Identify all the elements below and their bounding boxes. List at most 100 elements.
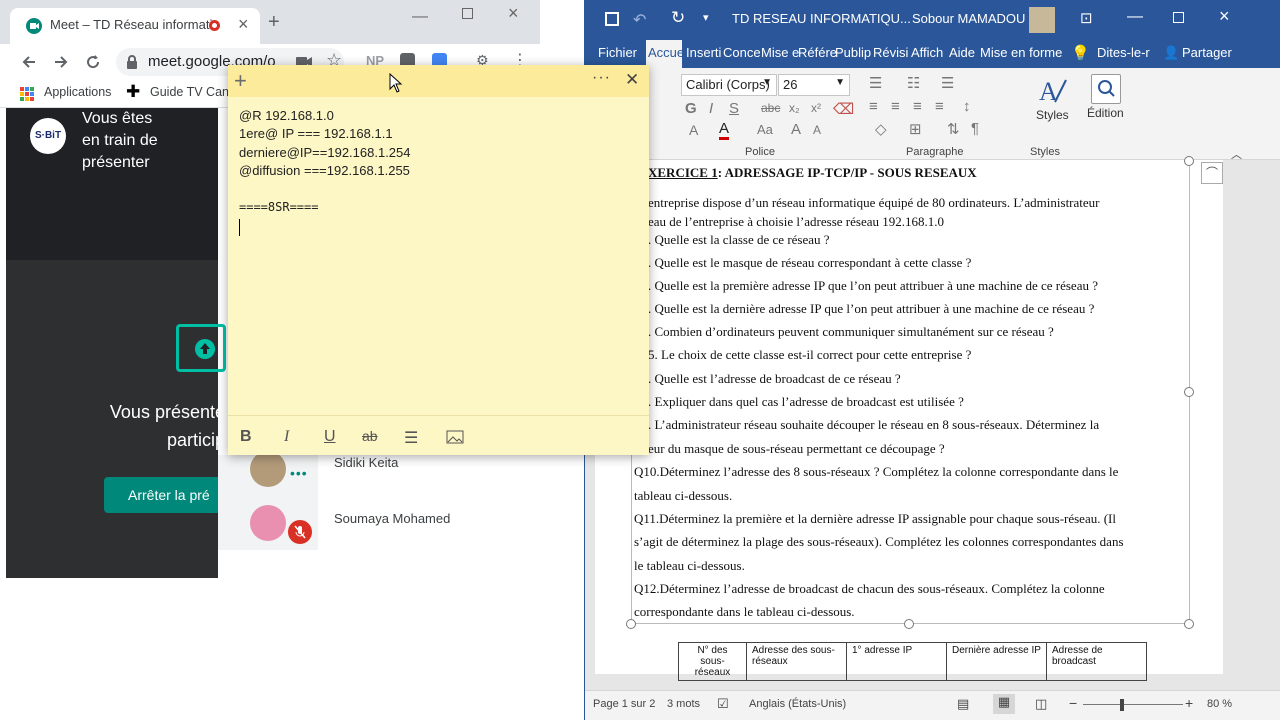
back-icon[interactable]	[20, 53, 38, 71]
redo-icon[interactable]: ↻	[671, 8, 685, 28]
tab-mise-en-page[interactable]: Mise e	[761, 45, 799, 60]
shrink-font-icon[interactable]: A	[813, 123, 821, 137]
proofing-icon[interactable]: ☑	[717, 696, 729, 712]
font-color-icon[interactable]: A	[719, 120, 730, 140]
user-name[interactable]: Sobour MAMADOU	[912, 11, 1025, 26]
close-icon[interactable]: ✕	[625, 70, 639, 90]
new-tab-icon[interactable]: +	[268, 12, 280, 32]
underline-icon[interactable]: S	[729, 100, 739, 117]
zoom-level[interactable]: 80 %	[1207, 698, 1232, 710]
image-icon[interactable]	[446, 430, 464, 444]
align-center-icon[interactable]: ≡	[891, 98, 900, 115]
add-note-icon[interactable]: +	[234, 68, 247, 94]
reload-icon[interactable]	[84, 53, 102, 71]
zoom-out-icon[interactable]: −	[1069, 695, 1077, 711]
resize-handle[interactable]	[1184, 387, 1194, 397]
tab-mise-en-forme[interactable]: Mise en forme	[980, 45, 1062, 60]
italic-icon[interactable]: I	[284, 428, 289, 446]
web-layout-icon[interactable]: ◫	[1035, 696, 1047, 712]
font-size-select[interactable]: 26 ▼	[778, 74, 850, 96]
minimize-icon[interactable]: —	[1127, 8, 1143, 26]
tab-affichage[interactable]: Affich	[911, 45, 943, 60]
text-effects-icon[interactable]: A	[689, 122, 698, 138]
bookmark-applications[interactable]: Applications	[44, 85, 111, 99]
clear-format-icon[interactable]: ⌫	[833, 100, 854, 118]
print-layout-icon[interactable]: ▦	[993, 694, 1015, 714]
word-count[interactable]: 3 mots	[667, 698, 700, 710]
strikethrough-icon[interactable]: abc	[761, 101, 780, 115]
text-box-frame[interactable]	[631, 160, 1190, 624]
browser-tab[interactable]: Meet – TD Réseau informatic ×	[10, 8, 260, 44]
save-icon[interactable]	[605, 12, 619, 26]
borders-icon[interactable]: ⊞	[909, 120, 922, 138]
tab-accueil[interactable]: Accue	[646, 40, 684, 68]
avatar[interactable]	[1029, 7, 1055, 33]
participant-item[interactable]: ••• Sidiki Keita	[218, 451, 538, 507]
language-status[interactable]: Anglais (États-Unis)	[749, 698, 846, 710]
styles-button-label[interactable]: Styles	[1036, 108, 1069, 122]
align-left-icon[interactable]: ≡	[869, 98, 878, 115]
maximize-icon[interactable]	[1173, 12, 1184, 23]
font-name-select[interactable]: Calibri (Corps) ▼	[681, 74, 777, 96]
bookmark-guide-tv[interactable]: Guide TV Cana	[150, 85, 236, 99]
line-spacing-icon[interactable]: ↕	[963, 98, 971, 115]
numbering-icon[interactable]: ☷	[907, 74, 920, 92]
ribbon-display-icon[interactable]: ⊡	[1080, 9, 1093, 27]
search-icon[interactable]	[1091, 74, 1121, 104]
page-count[interactable]: Page 1 sur 2	[593, 698, 655, 710]
tab-fichier[interactable]: Fichier	[598, 45, 637, 60]
tab-close-icon[interactable]: ×	[238, 14, 249, 35]
read-mode-icon[interactable]: ▤	[957, 696, 969, 712]
share-button[interactable]: Partager	[1182, 45, 1232, 60]
tab-publipostage[interactable]: Publip	[835, 45, 871, 60]
resize-handle[interactable]	[904, 619, 914, 629]
sticky-note-header[interactable]: + ··· ✕	[228, 65, 649, 97]
tab-conception[interactable]: Conce	[723, 45, 761, 60]
zoom-in-icon[interactable]: +	[1185, 695, 1193, 711]
more-options-icon[interactable]: ···	[592, 69, 611, 87]
tell-me-search[interactable]: Dites-le-r	[1097, 45, 1150, 60]
underline-icon[interactable]: U	[324, 428, 336, 446]
zoom-slider[interactable]	[1083, 704, 1183, 705]
resize-handle[interactable]	[1184, 156, 1194, 166]
ribbon: Calibri (Corps) ▼ 26 ▼ G I S abc x₂ x² ⌫…	[585, 68, 1280, 161]
zoom-slider-thumb[interactable]	[1120, 699, 1124, 711]
superscript-icon[interactable]: x²	[811, 101, 821, 115]
forward-icon[interactable]	[52, 53, 70, 71]
undo-icon[interactable]: ↶	[633, 10, 646, 30]
tab-references[interactable]: Référe	[798, 45, 837, 60]
tab-revision[interactable]: Révisi	[873, 45, 908, 60]
maximize-icon[interactable]	[462, 8, 473, 19]
document-page[interactable]: XERCICE 1: ADRESSAGE IP-TCP/IP - SOUS RE…	[595, 156, 1223, 681]
resize-handle[interactable]	[1184, 619, 1194, 629]
strikethrough-icon[interactable]: ab	[362, 428, 378, 444]
subscript-icon[interactable]: x₂	[789, 101, 800, 115]
justify-icon[interactable]: ≡	[935, 98, 944, 115]
italic-icon[interactable]: I	[709, 100, 713, 117]
bullets-icon[interactable]: ☰	[869, 74, 882, 92]
pilcrow-icon[interactable]: ¶	[971, 120, 979, 137]
bold-icon[interactable]: B	[240, 428, 252, 446]
participant-item[interactable]: Soumaya Mohamed	[218, 505, 538, 561]
customize-dropdown-icon[interactable]: ▾	[703, 11, 709, 24]
resize-handle[interactable]	[626, 619, 636, 629]
styles-icon[interactable]: A	[1035, 74, 1069, 108]
list-icon[interactable]: ☰	[404, 428, 418, 448]
window-close-icon[interactable]: ×	[1219, 6, 1230, 27]
minimize-icon[interactable]: —	[412, 8, 428, 26]
sort-icon[interactable]: ⇅	[947, 120, 960, 138]
align-right-icon[interactable]: ≡	[913, 98, 922, 115]
window-close-icon[interactable]: ×	[508, 3, 519, 24]
note-text-area[interactable]: @R 192.168.1.0 1ere@ IP === 192.168.1.1 …	[239, 107, 639, 217]
tab-aide[interactable]: Aide	[949, 45, 975, 60]
tab-insertion[interactable]: Inserti	[686, 45, 721, 60]
edition-button-label[interactable]: Édition	[1087, 106, 1124, 120]
more-dots-icon[interactable]: •••	[290, 465, 308, 481]
multilevel-list-icon[interactable]: ☰	[941, 74, 954, 92]
stop-presenting-button[interactable]: Arrêter la pré	[104, 477, 234, 513]
grow-font-icon[interactable]: A	[791, 121, 801, 138]
change-case-icon[interactable]: Aa	[757, 122, 773, 137]
layout-options-icon[interactable]: ⌒	[1201, 162, 1223, 184]
shading-icon[interactable]: ◇	[875, 120, 887, 138]
bold-icon[interactable]: G	[685, 100, 697, 117]
